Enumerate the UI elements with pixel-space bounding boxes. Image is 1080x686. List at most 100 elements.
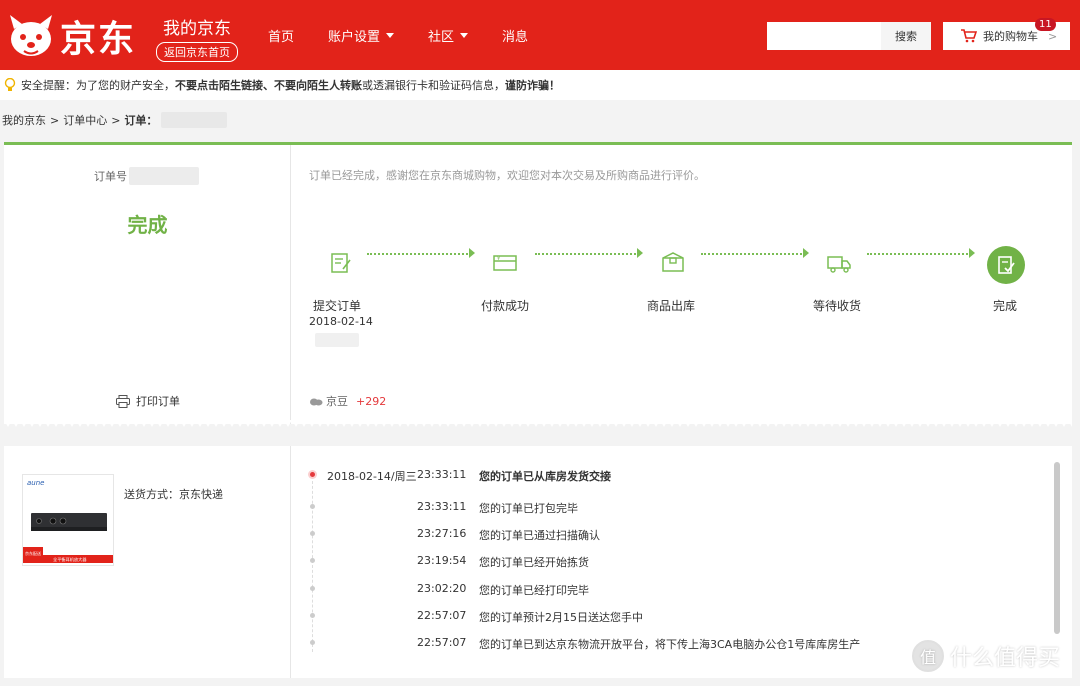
nav-label: 首页 [268, 30, 295, 45]
beans-count: +292 [356, 394, 387, 408]
cart-label: 我的购物车 [983, 30, 1038, 43]
search-button[interactable]: 搜索 [881, 22, 931, 50]
progress-steps: 提交订单 2018-02-14 ¥ 付款成功 商品出库 等待收货 完成 [291, 241, 1071, 351]
progress-connector [867, 253, 971, 255]
timeline-dot [310, 586, 315, 591]
timeline-text: 您的订单已经打印完毕 [479, 584, 589, 597]
timeline-text: 您的订单已经开始拣货 [479, 556, 589, 569]
arrow-right-icon [969, 248, 975, 258]
step-label-submit: 提交订单 [313, 299, 362, 313]
progress-connector [367, 253, 471, 255]
cart-count-badge: 11 [1035, 18, 1056, 31]
order-status-panel: 订单号 完成 打印订单 订单已经完成，感谢您在京东商城购物，欢迎您对本次交易及所… [4, 142, 1072, 424]
top-header: 京东 我的京东 返回京东首页 首页 账户设置 社区 消息 搜索 我的购物车 > … [0, 0, 1080, 70]
breadcrumb-separator: > [111, 113, 121, 127]
timeline-time: 22:57:07 [417, 636, 467, 649]
redacted-order-id [161, 112, 228, 128]
timeline-dot [310, 504, 315, 509]
order-status: 完成 [127, 213, 168, 237]
step-label-paid: 付款成功 [481, 299, 530, 313]
step-date-submit: 2018-02-14 [309, 315, 373, 328]
timeline-text: 您的订单已到达京东物流开放平台，将下传上海3CA电脑办公仓1号库库房生产 [479, 638, 861, 651]
nav-messages[interactable]: 消息 [502, 26, 528, 45]
main-nav: 首页 账户设置 社区 消息 [268, 26, 562, 45]
delivery-method: 送货方式：京东快递 [124, 488, 223, 501]
breadcrumb-order-center[interactable]: 订单中心 [63, 112, 107, 128]
timeline-text: 您的订单预计2月15日送达您手中 [479, 611, 643, 624]
nav-community[interactable]: 社区 [428, 26, 469, 45]
order-summary: 订单号 完成 打印订单 [4, 145, 291, 424]
product-image[interactable]: aune 京东配送 全平衡耳机放大器 [22, 474, 114, 566]
nav-label: 社区 [428, 30, 455, 45]
timeline-time: 23:33:11 [417, 500, 467, 513]
timeline-entry: 23:27:16 您的订单已通过扫描确认 [291, 525, 1031, 545]
search-box: 搜索 [767, 22, 931, 50]
timeline-dot-active [310, 472, 315, 477]
timeline-text: 您的订单已通过扫描确认 [479, 529, 600, 542]
print-order-button[interactable]: 打印订单 [116, 393, 180, 409]
step-complete-badge [987, 246, 1025, 284]
smzdm-watermark: 值 什么值得买 [912, 640, 1060, 672]
caret-down-icon [386, 33, 395, 38]
nav-label: 消息 [502, 30, 529, 45]
nav-account-settings[interactable]: 账户设置 [328, 26, 395, 45]
beans-label: 京豆 [326, 395, 348, 408]
breadcrumb: 我的京东 > 订单中心 > 订单： [2, 112, 228, 128]
print-order-label: 打印订单 [136, 395, 180, 408]
timeline-text: 您的订单已从库房发货交接 [479, 470, 611, 483]
notice-bold-1: 不要点击陌生链接、不要向陌生人转账 [175, 79, 362, 92]
cart-button[interactable]: 我的购物车 > 11 [943, 18, 1070, 50]
order-number-label: 订单号 [94, 170, 127, 183]
timeline-time: 23:19:54 [417, 554, 467, 567]
search-input[interactable] [767, 22, 881, 50]
watermark-text: 什么值得买 [950, 646, 1061, 671]
progress-connector [701, 253, 805, 255]
timeline-dot [310, 613, 315, 618]
jd-dog-mascot-icon [10, 15, 52, 56]
myjd-title[interactable]: 我的京东 [152, 14, 242, 39]
logo-text: 京东 [60, 19, 137, 60]
timeline-dot [310, 558, 315, 563]
timeline-time: 23:02:20 [417, 582, 467, 595]
nav-label: 账户设置 [328, 30, 381, 45]
notice-bold-2: 谨防诈骗！ [505, 79, 560, 92]
svg-text:¥: ¥ [497, 256, 500, 262]
timeline-time: 22:57:07 [417, 609, 467, 622]
myjd-block: 我的京东 返回京东首页 [152, 14, 242, 62]
progress-connector [535, 253, 639, 255]
printer-icon [116, 394, 130, 408]
timeline-entry: 23:33:11 您的订单已打包完毕 [291, 498, 1031, 518]
timeline-dot [310, 640, 315, 645]
timeline-time: 23:27:16 [417, 527, 467, 540]
timeline-dot [310, 531, 315, 536]
amplifier-product-icon: aune 京东配送 全平衡耳机放大器 [23, 475, 113, 565]
step-label-awaiting: 等待收货 [813, 299, 862, 313]
package-box-icon [662, 252, 684, 272]
redacted-time [315, 333, 359, 347]
cloud-bean-icon [310, 398, 323, 406]
timeline-text: 您的订单已打包完毕 [479, 502, 578, 515]
jd-beans: 京豆 +292 [309, 393, 386, 409]
delivery-truck-icon [827, 256, 851, 273]
breadcrumb-order: 订单： [124, 114, 158, 127]
nav-home[interactable]: 首页 [268, 26, 294, 45]
product-tag: 京东配送 [25, 550, 41, 556]
timeline-entry: 22:57:07 您的订单预计2月15日送达您手中 [291, 607, 1031, 627]
timeline-entry: 2018-02-14/周三 23:33:11 您的订单已从库房发货交接 [291, 466, 1031, 486]
timeline-scrollbar[interactable] [1054, 462, 1060, 634]
arrow-right-icon [637, 248, 643, 258]
timeline-time: 23:33:11 [417, 468, 467, 481]
notice-prefix: 安全提醒：为了您的财产安全， [21, 79, 175, 92]
complete-check-icon [998, 256, 1015, 274]
product-block: aune 京东配送 全平衡耳机放大器 送货方式：京东快递 [4, 446, 291, 678]
arrow-right-icon [469, 248, 475, 258]
order-number: 订单号 [94, 167, 199, 185]
step-label-complete: 完成 [993, 299, 1018, 313]
arrow-right-icon [803, 248, 809, 258]
order-progress: 订单已经完成，感谢您在京东商城购物，欢迎您对本次交易及所购商品进行评价。 提交订… [291, 145, 1072, 424]
chevron-right-icon: > [1048, 29, 1058, 43]
breadcrumb-myjd[interactable]: 我的京东 [2, 112, 46, 128]
back-to-home-link[interactable]: 返回京东首页 [156, 42, 238, 62]
jd-logo[interactable]: 京东 [6, 8, 142, 64]
caret-down-icon [460, 33, 469, 38]
